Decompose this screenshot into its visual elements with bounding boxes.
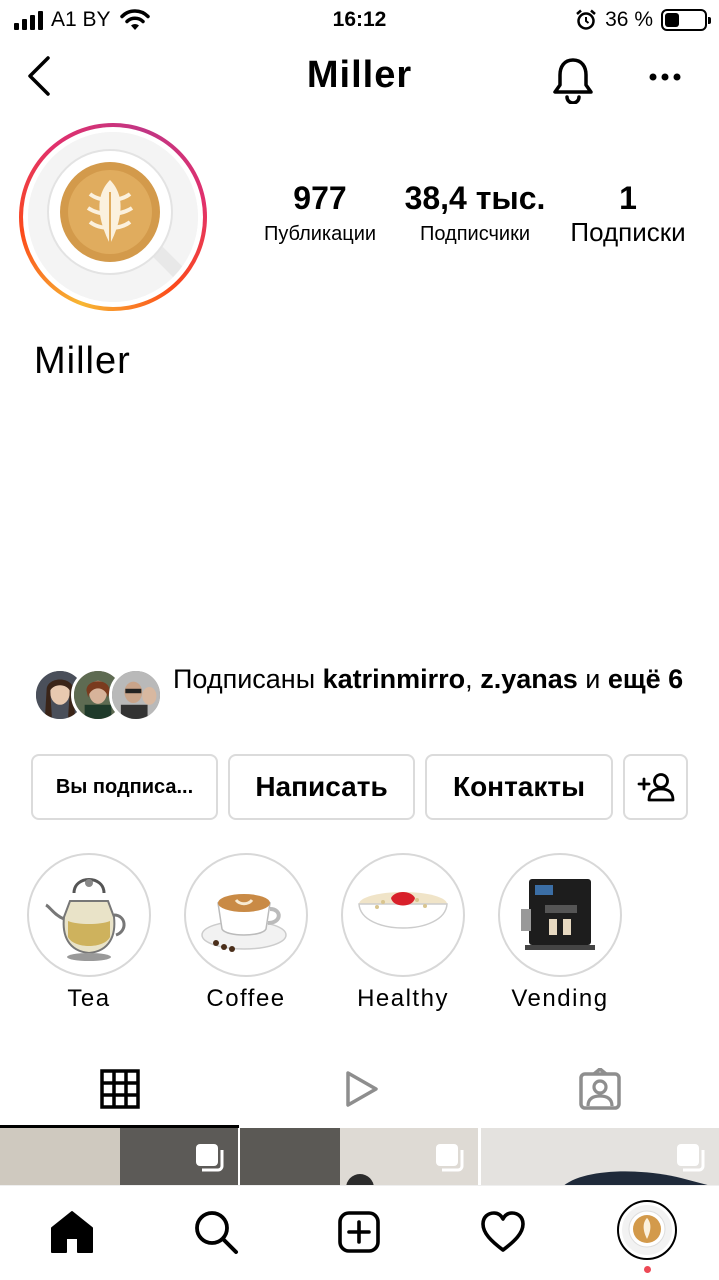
followed-by-avatars — [33, 668, 163, 724]
posts-stat[interactable]: 977 Публикации — [245, 180, 395, 246]
battery-fill — [665, 13, 679, 27]
highlight-label: Vending — [511, 985, 609, 1012]
followed-user-link[interactable]: katrinmirro — [323, 664, 466, 694]
followed-user-link[interactable]: z.yanas — [480, 664, 578, 694]
coffee-cup-icon — [201, 894, 287, 952]
tab-reels[interactable] — [240, 1050, 480, 1128]
contacts-button[interactable]: Контакты — [425, 754, 613, 820]
following-stat[interactable]: 1 Подписки — [555, 180, 701, 248]
avatar-image — [28, 132, 198, 302]
alarm-icon — [576, 9, 596, 30]
highlight-cover — [184, 853, 308, 977]
followed-by-text: Подписаны katrinmirro, z.yanas и ещё 6 — [173, 664, 684, 694]
highlight-cover — [341, 853, 465, 977]
add-user-button[interactable] — [623, 754, 688, 820]
nav-activity[interactable] — [479, 1208, 527, 1256]
avatar — [109, 668, 163, 722]
followers-count: 38,4 тыс. — [404, 180, 546, 216]
followers-label: Подписчики — [419, 223, 531, 245]
posts-count: 977 — [293, 180, 347, 216]
following-button[interactable]: Вы подписа... — [31, 754, 218, 820]
posts-label: Публикации — [263, 223, 377, 245]
multiple-posts-icon — [436, 1144, 464, 1172]
coffee-machine-icon — [521, 879, 595, 950]
highlight-vending[interactable]: Vending — [498, 853, 622, 1013]
message-button[interactable]: Написать — [228, 754, 415, 820]
post-thumbnail[interactable] — [240, 1128, 478, 1188]
multiple-posts-icon — [196, 1144, 224, 1172]
grid-icon — [100, 1069, 140, 1109]
following-count: 1 — [619, 180, 637, 216]
post-thumbnail[interactable] — [0, 1128, 238, 1188]
highlight-cover — [498, 853, 622, 977]
profile-header: Miller — [0, 48, 719, 108]
status-bar: A1 BY 16:12 36 % — [0, 0, 719, 40]
plus-square-icon — [338, 1211, 380, 1253]
highlight-label: Coffee — [206, 985, 286, 1012]
highlight-label: Healthy — [357, 985, 449, 1012]
add-user-icon — [637, 773, 674, 802]
profile-stats: 977 Публикации 38,4 тыс. Подписчики 1 По… — [245, 180, 705, 260]
highlight-label: Tea — [67, 985, 111, 1012]
play-icon — [346, 1071, 378, 1107]
battery-percent: 36 % — [605, 8, 653, 31]
following-label: Подписки — [570, 217, 686, 247]
heart-icon — [481, 1211, 525, 1252]
multiple-posts-icon — [677, 1144, 705, 1172]
profile-name: Miller — [34, 340, 131, 382]
profile-tabs — [0, 1050, 719, 1128]
profile-avatar-icon — [622, 1205, 672, 1255]
followed-by[interactable]: Подписаны katrinmirro, z.yanas и ещё 6 — [33, 660, 703, 730]
notification-dot — [644, 1266, 651, 1273]
home-icon — [51, 1211, 93, 1253]
highlight-tea[interactable]: Tea — [27, 853, 151, 1013]
tab-grid[interactable] — [0, 1050, 240, 1128]
tagged-person-icon — [579, 1068, 621, 1110]
post-thumbnail[interactable] — [481, 1128, 719, 1188]
followed-more-link[interactable]: ещё 6 — [608, 664, 683, 694]
nav-create[interactable] — [335, 1208, 383, 1256]
highlight-coffee[interactable]: Coffee — [184, 853, 308, 1013]
posts-grid — [0, 1128, 719, 1188]
teapot-icon — [45, 878, 126, 961]
tab-tagged[interactable] — [480, 1050, 719, 1128]
nav-profile[interactable] — [617, 1200, 677, 1260]
bell-icon[interactable] — [550, 54, 596, 104]
battery-icon — [661, 9, 711, 31]
page-title: Miller — [306, 54, 413, 96]
nav-search[interactable] — [192, 1208, 240, 1256]
more-horizontal-icon[interactable] — [645, 62, 685, 92]
highlight-healthy[interactable]: Healthy — [341, 853, 465, 1013]
nav-home[interactable] — [48, 1208, 96, 1256]
porridge-bowl-icon — [358, 892, 448, 929]
followers-stat[interactable]: 38,4 тыс. Подписчики — [400, 180, 550, 246]
highlight-cover — [27, 853, 151, 977]
search-icon — [195, 1211, 238, 1254]
bottom-nav — [0, 1185, 719, 1280]
profile-avatar[interactable] — [19, 123, 207, 311]
